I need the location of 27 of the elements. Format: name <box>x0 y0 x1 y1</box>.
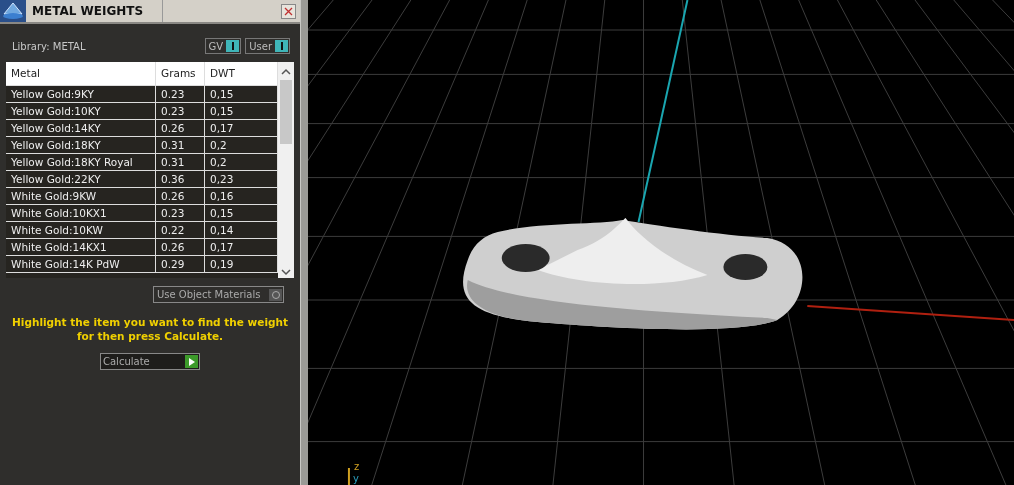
column-header[interactable]: Metal <box>6 62 156 85</box>
table-row[interactable]: Yellow Gold:14KY 0.26 0,17 <box>6 120 278 137</box>
play-icon <box>185 355 198 368</box>
table-row[interactable]: Yellow Gold:18KY 0.31 0,2 <box>6 137 278 154</box>
table-row[interactable]: White Gold:14KX1 0.26 0,17 <box>6 239 278 256</box>
column-header[interactable]: Grams <box>156 62 205 85</box>
table-row[interactable]: Yellow Gold:18KY Royal 0.31 0,2 <box>6 154 278 171</box>
table-row[interactable]: White Gold:9KW 0.26 0,16 <box>6 188 278 205</box>
table-row[interactable]: Yellow Gold:9KY 0.23 0,15 <box>6 86 278 103</box>
table-row[interactable]: White Gold:14K PdW 0.29 0,19 <box>6 256 278 273</box>
scroll-up-icon[interactable] <box>281 68 291 76</box>
table-row[interactable]: White Gold:10KW 0.22 0,14 <box>6 222 278 239</box>
toggle-button[interactable]: User <box>245 38 290 54</box>
scroll-down-icon[interactable] <box>281 268 291 276</box>
calculate-button[interactable]: Calculate <box>100 353 200 370</box>
use-object-materials-toggle[interactable]: Use Object Materials <box>153 286 284 303</box>
scroll-thumb[interactable] <box>280 80 292 144</box>
instruction-text: Highlight the item you want to find the weight for then press Calculate. <box>11 315 289 343</box>
table-row[interactable]: Yellow Gold:22KY 0.36 0,23 <box>6 171 278 188</box>
panel-title: METAL WEIGHTS <box>31 3 145 19</box>
table-row[interactable]: Yellow Gold:10KY 0.23 0,15 <box>6 103 278 120</box>
table-row[interactable]: White Gold:10KX1 0.23 0,15 <box>6 205 278 222</box>
close-button[interactable] <box>281 3 296 19</box>
column-header[interactable]: DWT <box>205 62 278 85</box>
library-label: Library: METAL <box>12 40 87 52</box>
scale-logo-icon <box>0 0 26 22</box>
toggle-button[interactable]: GV <box>204 38 242 54</box>
